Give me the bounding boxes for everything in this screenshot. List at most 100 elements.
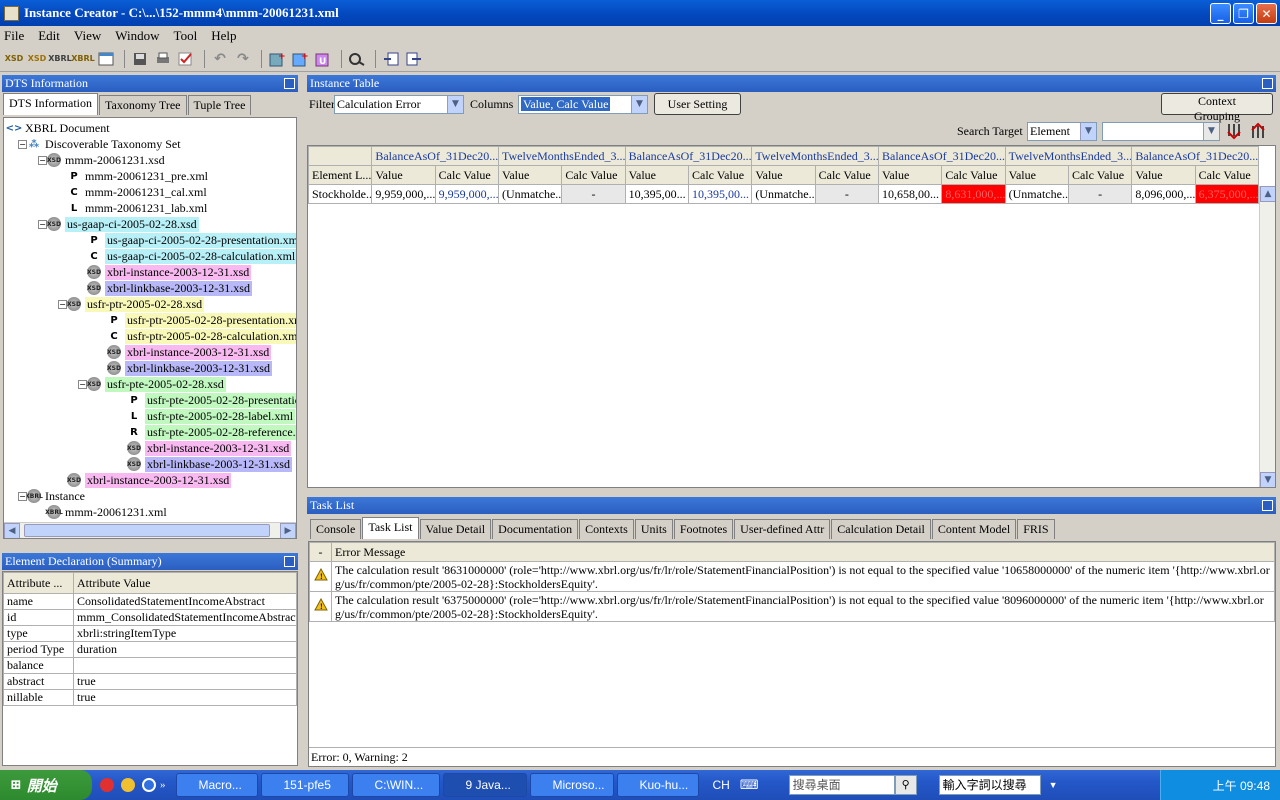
value-column-header[interactable]: Value [624,165,689,185]
xbrl-new-icon[interactable]: XBRL [48,49,72,69]
menu-tool[interactable]: Tool [174,28,198,44]
value-column-header[interactable]: Value [877,165,943,185]
quick-launch-icon[interactable] [142,778,156,792]
quick-launch-icon[interactable] [121,778,135,792]
tree-node[interactable]: XSD usfr-pte-2005-02-28.xsd [87,376,226,392]
quick-launch-icon[interactable] [100,778,114,792]
import-icon[interactable] [381,49,401,69]
taskbar-item[interactable]: Macro... [175,773,258,797]
context-column-header[interactable]: BalanceAsOf_31Dec20... [1131,146,1259,166]
element-label-cell[interactable]: Stockholde... [308,184,373,204]
tab-units[interactable]: Units [634,519,673,539]
tab-console[interactable]: Console [310,519,362,539]
panel-minimize-button[interactable] [1262,78,1273,89]
tab-contexts[interactable]: Contexts [579,519,634,539]
task-row[interactable]: ! The calculation result '6375000000' (ro… [309,591,1275,622]
calc-value-column-header[interactable]: Calc Value [434,165,499,185]
calc-value-cell[interactable]: - [814,184,879,204]
filter-select[interactable]: Calculation Error ▼ [334,95,464,114]
value-column-header[interactable]: Value [1004,165,1069,185]
tab-calculation-detail[interactable]: Calculation Detail [831,519,931,539]
keyword-search-input[interactable]: 輸入字詞以搜尋 [938,775,1041,795]
clock[interactable]: 上午 09:48 [1213,777,1270,794]
tab-content-model[interactable]: Content Model [931,519,1017,539]
user-setting-button[interactable]: User Setting [654,93,741,115]
context-grouping-button[interactable]: Context Grouping [1161,93,1273,123]
tree-node[interactable]: XBRL Instance [25,488,85,504]
taskbar-item[interactable]: 151-pfe5 [260,773,349,797]
language-indicator[interactable]: CH [713,778,730,792]
calc-value-column-header[interactable]: Calc Value [687,165,753,185]
start-button[interactable]: ⊞ 開始 [0,770,92,800]
calc-value-column-header[interactable]: Calc Value [1067,165,1133,185]
value-cell[interactable]: 10,658,00... [877,184,943,204]
tab-value-detail[interactable]: Value Detail [419,519,492,539]
dts-horizontal-scrollbar[interactable]: ◀ ▶ [4,522,296,538]
tree-node[interactable]: Pmmm-20061231_pre.xml [67,168,208,184]
maximize-button[interactable]: ❐ [1233,3,1254,24]
taskbar-item[interactable]: 9 Java... [442,773,527,797]
task-col-dash[interactable]: - [309,542,332,562]
context-column-header[interactable]: TwelveMonthsEnded_3... [497,146,626,166]
calc-value-column-header[interactable]: Calc Value [941,165,1006,185]
value-column-header[interactable]: Value [1131,165,1196,185]
calc-value-column-header[interactable]: Calc Value [1194,165,1260,185]
close-button[interactable]: ✕ [1256,3,1277,24]
tab-user-defined-attr[interactable]: User-defined Attr [734,519,831,539]
tree-collapse-toggle[interactable]: − [58,300,67,309]
scroll-right-arrow[interactable]: ▶ [280,523,296,538]
dts-tree[interactable]: <> XBRL Document ⁂ Discoverable Taxonomy Se… [3,117,297,539]
tree-node[interactable]: XSD xbrl-linkbase-2003-12-31.xsd [87,280,252,296]
menu-file[interactable]: File [4,28,24,44]
value-cell[interactable]: (Unmatche... [1004,184,1069,204]
context-column-header[interactable]: BalanceAsOf_31Dec20... [624,146,753,166]
undo-icon[interactable]: ↶ [210,49,230,69]
tab-task-list[interactable]: Task List [362,517,419,539]
calc-value-column-header[interactable]: Calc Value [561,165,626,185]
value-cell[interactable]: 10,395,00... [624,184,689,204]
value-cell[interactable]: 9,959,000,... [371,184,436,204]
panel-minimize-button[interactable] [1262,500,1273,511]
scroll-thumb[interactable] [24,524,270,537]
tree-node[interactable]: XSD us-gaap-ci-2005-02-28.xsd [47,216,199,232]
value-cell[interactable]: (Unmatche... [497,184,563,204]
tree-collapse-toggle[interactable]: − [18,140,27,149]
tree-node[interactable]: Lusfr-pte-2005-02-28-label.xml [127,408,296,424]
tree-node[interactable]: <> XBRL Document [6,120,110,136]
decl-row[interactable]: nillable true [3,689,297,706]
taskbar-item[interactable]: Kuo-hu... [616,773,699,797]
tree-node[interactable]: Cusfr-ptr-2005-02-28-calculation.xml [107,328,296,344]
tab-footnotes[interactable]: Footnotes [673,519,734,539]
tree-node[interactable]: Cmmm-20061231_cal.xml [67,184,206,200]
tree-node[interactable]: XSD xbrl-linkbase-2003-12-31.xsd [107,360,272,376]
panel-minimize-button[interactable] [284,78,295,89]
calc-value-cell[interactable]: 10,395,00... [687,184,753,204]
tree-node[interactable]: Lmmm-20061231_lab.xml [67,200,208,216]
tree-node[interactable]: XSD usfr-ptr-2005-02-28.xsd [67,296,205,312]
tab-fris[interactable]: FRIS [1017,519,1055,539]
value-column-header[interactable]: Value [751,165,816,185]
tree-node[interactable]: XSD xbrl-linkbase-2003-12-31.xsd [127,456,292,472]
scroll-down-arrow[interactable]: ▼ [1260,472,1275,487]
search-input[interactable]: ▼ [1102,122,1220,141]
context-column-header[interactable]: TwelveMonthsEnded_3... [1004,146,1133,166]
panel-minimize-button[interactable] [284,556,295,567]
add-unit-icon[interactable]: U [313,49,333,69]
value-cell[interactable]: 8,096,000,... [1131,184,1196,204]
save-icon[interactable] [130,49,150,69]
tree-collapse-toggle[interactable]: − [38,156,47,165]
calc-error-cell[interactable]: 8,631,000,... [941,184,1006,204]
tree-node[interactable]: XSD xbrl-instance-2003-12-31.xsd [87,264,252,280]
tree-node[interactable]: Pusfr-ptr-2005-02-28-presentation.xml [107,312,296,328]
decl-col-attribute[interactable]: Attribute ... [3,572,74,594]
calc-value-column-header[interactable]: Calc Value [814,165,879,185]
value-cell[interactable]: (Unmatche... [751,184,816,204]
tree-node[interactable]: XSD mmm-20061231.xsd [47,152,165,168]
context-column-header[interactable]: BalanceAsOf_31Dec20... [371,146,499,166]
add-context-icon[interactable]: + [290,49,310,69]
scroll-left-arrow[interactable]: ◀ [4,523,20,538]
decl-row[interactable]: balance [3,657,297,674]
tree-collapse-toggle[interactable]: − [18,492,27,501]
calc-value-cell[interactable]: - [1067,184,1133,204]
print-icon[interactable] [153,49,173,69]
